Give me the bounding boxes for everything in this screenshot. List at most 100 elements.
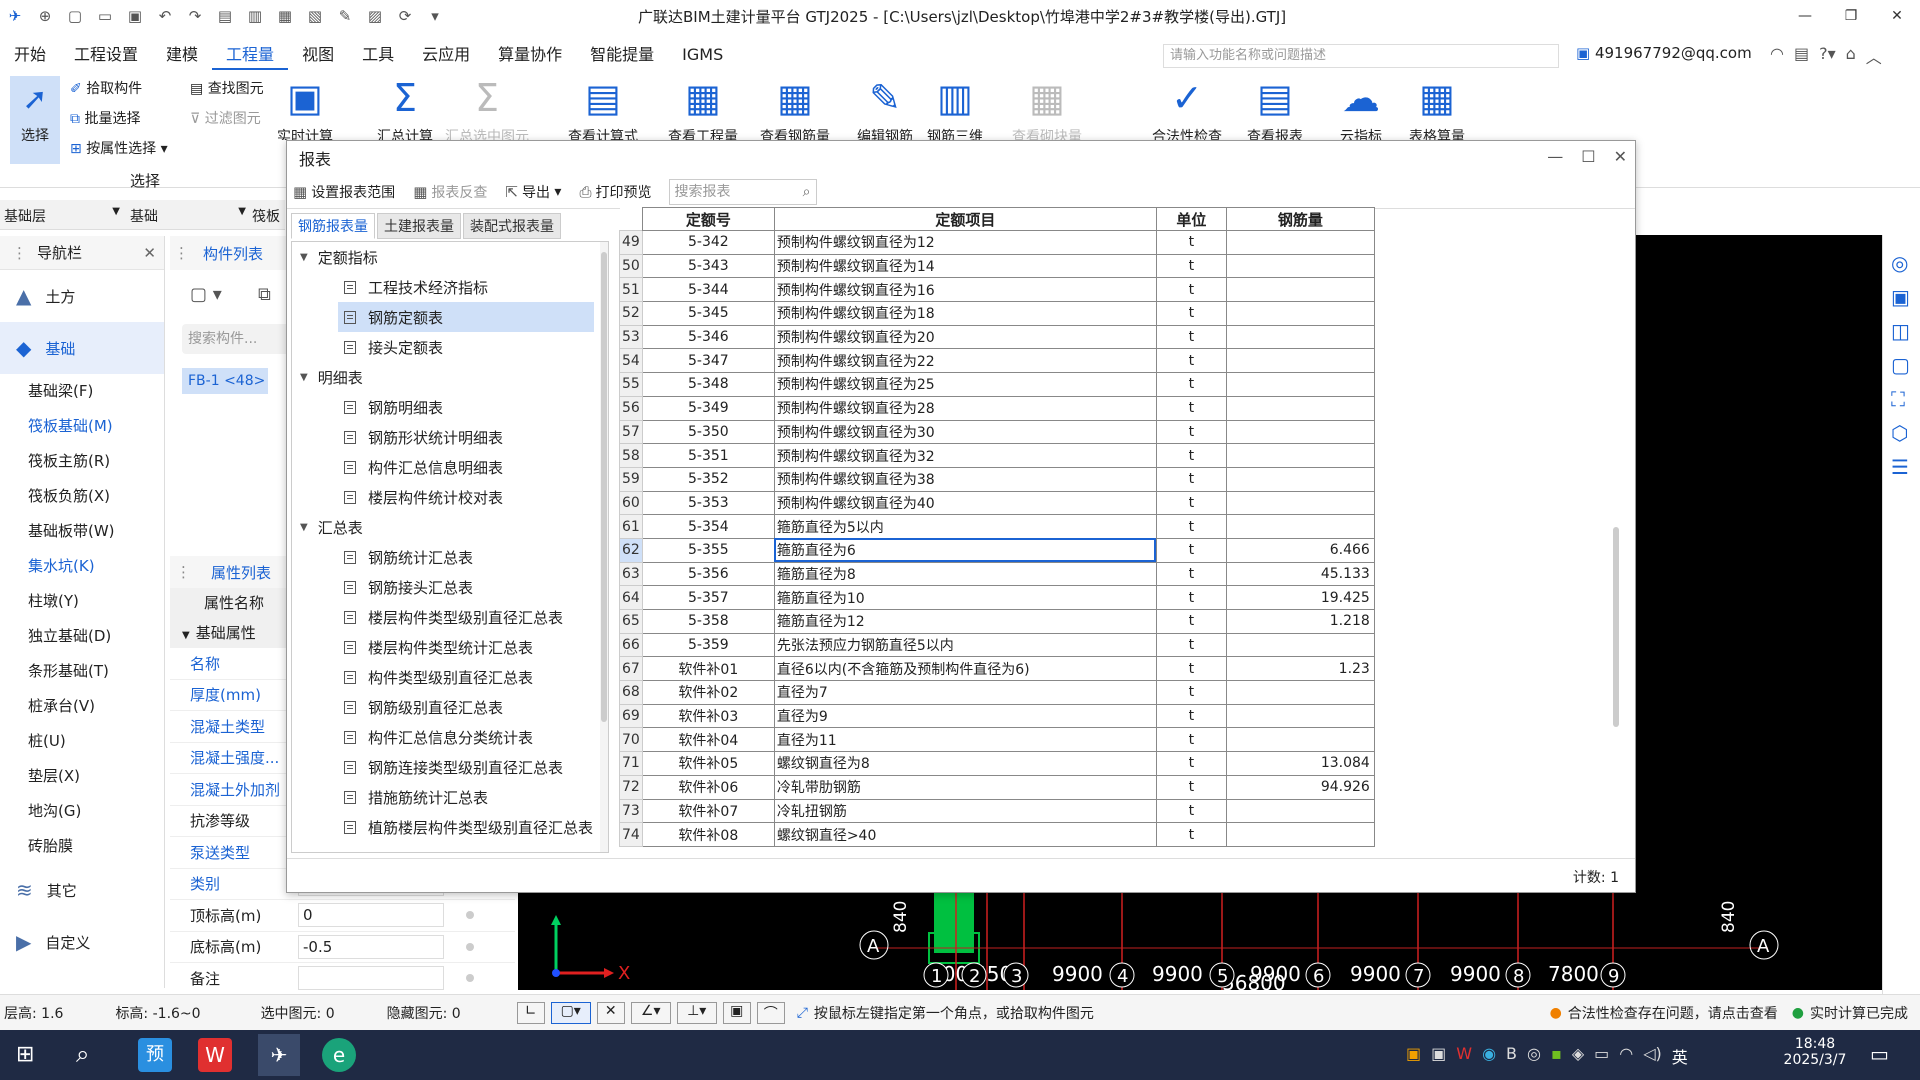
table-cell-code[interactable]: 软件补07 [641,798,775,824]
report-tab[interactable]: 土建报表量 [377,213,461,239]
tree-scrollbar[interactable] [600,242,608,852]
close-button[interactable]: ✕ [1874,0,1920,32]
filter-element-button[interactable]: ⊽ 过滤图元 [190,108,261,128]
tree-item[interactable]: 钢筋级别直径汇总表 [292,692,608,722]
ribbon-button[interactable]: ▦ 查看工程量 [658,76,748,140]
property-checkbox-icon[interactable] [466,911,474,920]
column-header[interactable]: 单位 [1155,207,1227,231]
table-cell-n[interactable]: 56 [619,395,643,421]
table-row[interactable]: 53 5-346 预制构件螺纹钢直径为20 t [619,324,1375,350]
table-cell-n[interactable]: 68 [619,680,643,705]
copy-component-icon[interactable]: ⧉ [258,284,271,305]
nav-item[interactable]: 筏板负筋(X) [0,479,164,514]
table-cell-code[interactable]: 5-354 [641,514,775,539]
restore-button[interactable]: ❐ [1828,0,1874,32]
table-cell-unit[interactable]: t [1155,727,1227,753]
table-cell-code[interactable]: 5-352 [641,466,775,492]
tree-item[interactable]: 楼层构件统计校对表 [292,482,608,512]
table-row[interactable]: 58 5-351 预制构件螺纹钢直径为32 t [619,443,1375,468]
tray-wifi-icon[interactable]: ◠ [1619,1044,1633,1068]
undo-icon[interactable]: ↶ [150,0,180,32]
table-cell-qty[interactable] [1225,443,1375,468]
batch-select-button[interactable]: ⧉ 批量选择 [70,108,140,128]
expand-arrow-icon[interactable]: ▼ [300,252,308,263]
table-cell-qty[interactable] [1225,395,1375,421]
user-account[interactable]: ▣ 491967792@qq.com [1576,44,1752,62]
table-cell-item[interactable]: 冷轧扭钢筋 [773,798,1157,824]
model-icon[interactable]: ⬡ [1891,421,1920,445]
table-cell-qty[interactable] [1225,798,1375,824]
table-row[interactable]: 60 5-353 预制构件螺纹钢直径为40 t [619,490,1375,516]
table-row[interactable]: 52 5-345 预制构件螺纹钢直径为18 t [619,301,1375,326]
sub-type-dropdown[interactable]: 筏板 [252,206,280,226]
table-cell-qty[interactable] [1225,822,1375,847]
table-row[interactable]: 67 软件补01 直径6以内(不含箍筋及预制构件直径为6) t 1.23 [619,656,1375,682]
arc-icon[interactable]: ⌒ [756,1001,785,1024]
table-cell-unit[interactable]: t [1155,561,1227,587]
notification-icon[interactable]: ▭ [1870,1042,1889,1066]
table-cell-n[interactable]: 61 [619,514,643,539]
print-preview-button[interactable]: ⎙ 打印预览 [579,182,651,202]
nav-item[interactable]: 地沟(G) [0,794,164,829]
table-cell-qty[interactable]: 1.23 [1225,656,1375,682]
tree-group[interactable]: ▼ 汇总表 [292,512,608,542]
nav-group-other[interactable]: ≋ 其它 [0,864,164,916]
nav-item[interactable]: 筏板主筋(R) [0,444,164,479]
table-cell-unit[interactable]: t [1155,253,1227,279]
table-cell-item[interactable]: 冷轧带肋钢筋 [773,774,1157,800]
table-cell-item[interactable]: 预制构件螺纹钢直径为22 [773,348,1157,374]
table-cell-n[interactable]: 58 [619,443,643,468]
table-cell-unit[interactable]: t [1155,301,1227,326]
property-value[interactable]: 0 [298,903,444,928]
table-cell-qty[interactable]: 45.133 [1225,561,1375,587]
table-cell-code[interactable]: 5-345 [641,301,775,326]
table-cell-item[interactable]: 直径为7 [773,680,1157,705]
tray-app2-icon[interactable]: ▣ [1431,1044,1446,1068]
table-cell-qty[interactable]: 19.425 [1225,585,1375,610]
tray-volume-icon[interactable]: ◁) [1643,1044,1662,1068]
report-close-button[interactable]: ✕ [1614,147,1627,166]
table-cell-unit[interactable]: t [1155,372,1227,397]
table-cell-code[interactable]: 5-353 [641,490,775,516]
report-maximize-button[interactable]: ☐ [1581,147,1595,166]
clock[interactable]: 18:48 2025/3/7 [1780,1036,1850,1068]
view-cube-icon[interactable]: ◫ [1891,319,1920,343]
nav-item[interactable]: 桩承台(V) [0,689,164,724]
nav-item[interactable]: 桩(U) [0,724,164,759]
table-cell-item[interactable]: 箍筋直径为5以内 [773,514,1157,539]
table-cell-item[interactable]: 预制构件螺纹钢直径为12 [773,230,1157,255]
table-cell-unit[interactable]: t [1155,324,1227,350]
set-report-range-button[interactable]: ▦ 设置报表范围 [293,182,395,202]
table-row[interactable]: 61 5-354 箍筋直径为5以内 t [619,514,1375,539]
table-cell-item[interactable]: 预制构件螺纹钢直径为20 [773,324,1157,350]
table-cell-qty[interactable]: 6.466 [1225,537,1375,563]
collapse-ribbon-icon[interactable]: ︿ [1866,44,1882,68]
nav-group-custom[interactable]: ▶ 自定义 [0,916,164,968]
table-cell-item[interactable]: 箍筋直径为12 [773,609,1157,634]
table-cell-qty[interactable] [1225,277,1375,303]
table-cell-unit[interactable]: t [1155,443,1227,468]
cad-canvas-right[interactable] [1636,235,1882,895]
table-cell-qty[interactable] [1225,253,1375,279]
table-row[interactable]: 63 5-356 箍筋直径为8 t 45.133 [619,561,1375,587]
fit-view-icon[interactable]: ⛶ [1891,387,1920,411]
table-cell-n[interactable]: 65 [619,609,643,634]
table-cell-n[interactable]: 70 [619,727,643,753]
table-cell-unit[interactable]: t [1155,395,1227,421]
rebar-icon[interactable]: ▨ [360,0,390,32]
column-header[interactable]: 钢筋量 [1225,207,1375,231]
snap-icon[interactable]: ⊥▾ [676,1001,717,1024]
grid-icon[interactable]: ▦ [270,0,300,32]
list-view-icon[interactable]: ☰ [1891,455,1920,479]
report-reverse-check-button[interactable]: ▦ 报表反查 [413,182,487,202]
property-row[interactable]: 顶标高(m) 0 [170,900,515,932]
table-cell-unit[interactable]: t [1155,656,1227,682]
table-row[interactable]: 56 5-349 预制构件螺纹钢直径为28 t [619,395,1375,421]
wps-app-icon[interactable]: W [198,1038,232,1072]
table-row[interactable]: 74 软件补08 螺纹钢直径>40 t [619,822,1375,847]
tree-item[interactable]: 钢筋统计汇总表 [292,542,608,572]
table-cell-item[interactable]: 预制构件螺纹钢直径为32 [773,443,1157,468]
table-cell-item[interactable]: 预制构件螺纹钢直径为25 [773,372,1157,397]
ribbon-button[interactable]: ▥ 钢筋三维 [910,76,1000,140]
menu-item[interactable]: IGMS [668,40,737,70]
